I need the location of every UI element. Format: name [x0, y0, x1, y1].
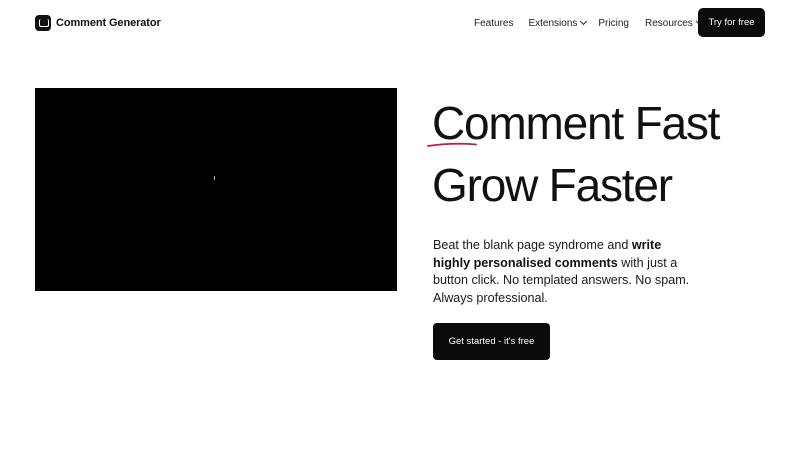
- nav-features[interactable]: Features: [474, 18, 513, 29]
- page: Comment Generator Features Extensions Pr…: [0, 0, 800, 450]
- hero-video[interactable]: [35, 88, 397, 291]
- chevron-down-icon: [580, 17, 588, 26]
- nav-resources[interactable]: Resources: [644, 17, 703, 29]
- comment-generator-logo-icon: [35, 14, 51, 31]
- nav-features-label: Features: [474, 17, 514, 29]
- hero-headline: Comment Fast Grow Faster: [427, 92, 792, 216]
- logo-text: Comment Generator: [56, 16, 161, 29]
- accent-underline: [427, 142, 477, 147]
- main-nav: Features Extensions Pricing Resources: [474, 16, 703, 30]
- nav-resources-label: Resources: [644, 17, 693, 29]
- logo[interactable]: Comment Generator: [35, 14, 161, 31]
- nav-extensions-label: Extensions: [528, 17, 578, 29]
- video-cursor: [214, 176, 215, 180]
- headline-line-1: Comment Fast: [427, 92, 792, 154]
- headline-line-2: Grow Faster: [432, 159, 673, 211]
- nav-extensions[interactable]: Extensions: [528, 17, 588, 29]
- try-for-free-button[interactable]: Try for free: [698, 8, 765, 37]
- nav-pricing-label: Pricing: [598, 17, 629, 29]
- hero-description: Beat the blank page syndrome and write h…: [433, 237, 693, 307]
- nav-pricing[interactable]: Pricing: [598, 18, 629, 29]
- desc-part-1: Beat the blank page syndrome and: [433, 238, 632, 252]
- get-started-button[interactable]: Get started - it's free: [433, 323, 550, 360]
- site-header: Comment Generator Features Extensions Pr…: [0, 0, 800, 44]
